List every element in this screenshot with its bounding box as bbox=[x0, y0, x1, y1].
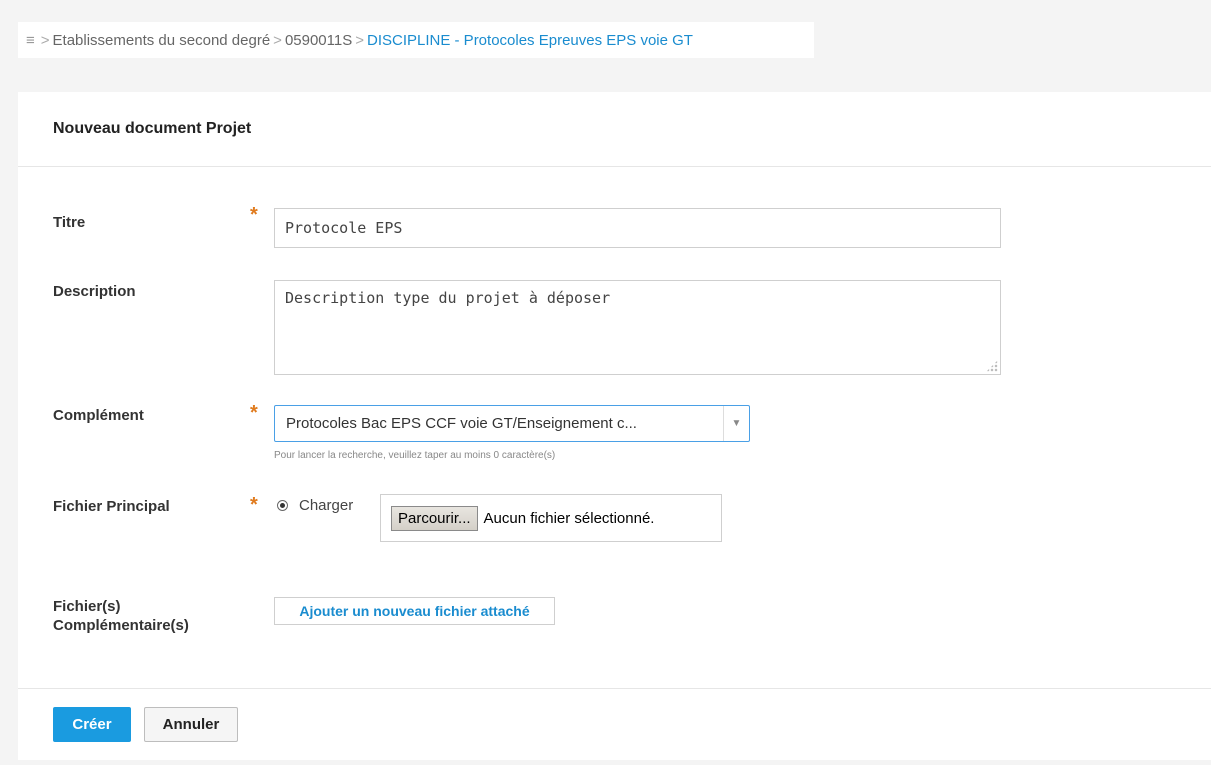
fichiers-complementaires-label-line1: Fichier(s) bbox=[53, 598, 121, 615]
panel-title: Nouveau document Projet bbox=[18, 92, 1211, 167]
new-document-panel: Nouveau document Projet Titre * Descript… bbox=[18, 92, 1211, 760]
description-label: Description bbox=[53, 283, 136, 300]
description-wrapper: Description type du projet à déposer bbox=[274, 280, 1001, 375]
fichier-principal-label: Fichier Principal bbox=[53, 498, 170, 515]
breadcrumb-separator: > bbox=[273, 31, 282, 49]
file-input-box: Parcourir... Aucun fichier sélectionné. bbox=[380, 494, 722, 542]
add-attachment-button[interactable]: Ajouter un nouveau fichier attaché bbox=[274, 597, 555, 625]
breadcrumb-item-etablissements[interactable]: Etablissements du second degré bbox=[53, 32, 271, 49]
complement-select[interactable]: Protocoles Bac EPS CCF voie GT/Enseignem… bbox=[274, 405, 750, 442]
required-star-icon: * bbox=[250, 204, 258, 226]
charger-radio[interactable] bbox=[277, 500, 288, 511]
breadcrumb-item-uai[interactable]: 0590011S bbox=[285, 32, 352, 49]
breadcrumb: ≡ > Etablissements du second degré > 059… bbox=[18, 22, 814, 58]
chevron-down-icon[interactable]: ▼ bbox=[723, 406, 749, 441]
breadcrumb-item-discipline[interactable]: DISCIPLINE - Protocoles Epreuves EPS voi… bbox=[367, 32, 693, 49]
file-status: Aucun fichier sélectionné. bbox=[483, 509, 655, 527]
required-star-icon: * bbox=[250, 402, 258, 424]
description-textarea[interactable]: Description type du projet à déposer bbox=[274, 280, 1001, 375]
create-button[interactable]: Créer bbox=[53, 707, 131, 742]
charger-radio-label[interactable]: Charger bbox=[299, 497, 353, 514]
hamburger-icon[interactable]: ≡ bbox=[26, 32, 35, 49]
complement-select-value: Protocoles Bac EPS CCF voie GT/Enseignem… bbox=[286, 415, 637, 432]
browse-button[interactable]: Parcourir... bbox=[391, 505, 478, 531]
breadcrumb-separator: > bbox=[40, 31, 50, 49]
titre-label: Titre bbox=[53, 214, 86, 231]
complement-hint: Pour lancer la recherche, veuillez taper… bbox=[274, 450, 556, 461]
titre-input[interactable] bbox=[274, 208, 1001, 248]
footer-divider bbox=[18, 688, 1211, 689]
breadcrumb-separator: > bbox=[355, 31, 364, 49]
cancel-button[interactable]: Annuler bbox=[144, 707, 238, 742]
fichiers-complementaires-label: Fichier(s) Complémentaire(s) bbox=[53, 597, 189, 635]
complement-label: Complément bbox=[53, 407, 144, 424]
required-star-icon: * bbox=[250, 494, 258, 516]
fichiers-complementaires-label-line2: Complémentaire(s) bbox=[53, 617, 189, 634]
